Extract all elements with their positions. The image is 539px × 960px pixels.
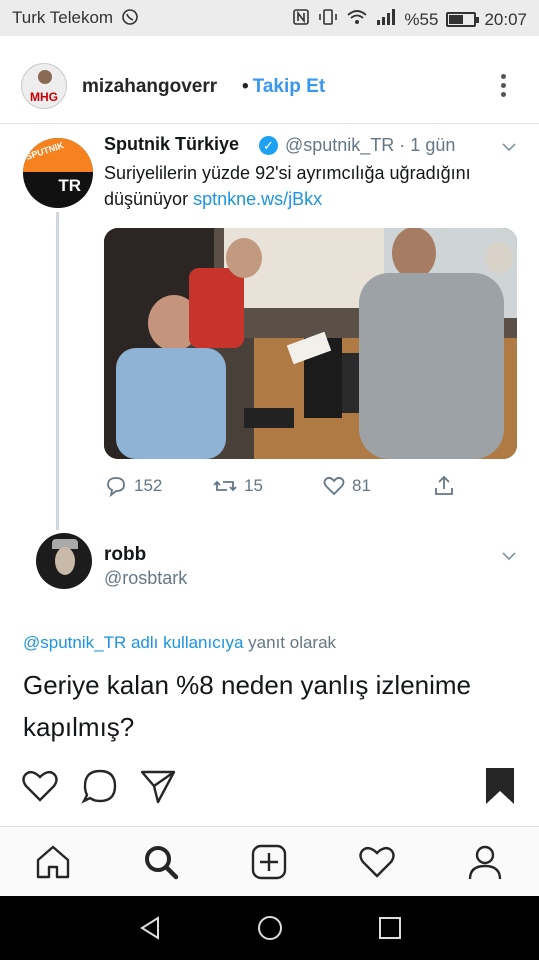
chevron-down-icon [500,138,518,156]
tweet-text: Suriyelilerin yüzde 92'si ayrımcılığa uğ… [104,160,514,212]
replying-suffix: yanıt olarak [248,633,337,652]
bookmark-icon[interactable] [482,766,522,806]
vibrate-icon [318,8,338,31]
post-actions [0,766,539,810]
wifi-icon [346,8,368,31]
reply-bubble-icon [107,477,125,498]
signal-icon [376,9,396,30]
username[interactable]: mizahangoverr [82,76,217,98]
tweet-link: sptnkne.ws/jBkx [193,189,323,209]
activity-heart-icon[interactable] [358,843,396,881]
office-photo [104,228,517,459]
post-header: MHG mizahangoverr • Takip Et [0,50,539,124]
tweet-author-handle: @sputnik_TR · 1 gün [285,135,456,155]
tweet-photo [104,228,517,459]
clock: 20:07 [484,9,527,29]
heart-icon[interactable] [20,766,60,806]
replying-to: @sputnik_TR adlı kullanıcıya yanıt olara… [23,633,336,653]
tweet-avatar: SPUTNIK TR [23,138,93,208]
reply-avatar [36,533,92,589]
whatsapp-icon [121,8,139,31]
reply-count: 152 [134,476,163,495]
more-options-icon[interactable] [498,74,508,102]
retweet-icon [213,480,237,492]
follow-button[interactable]: • Takip Et [242,76,325,98]
avatar[interactable]: MHG [21,63,67,109]
battery-percent: %55 [404,9,439,29]
comment-icon[interactable] [80,766,120,806]
thread-line [56,212,59,530]
search-icon[interactable] [142,843,180,881]
send-icon[interactable] [138,766,178,806]
like-heart-icon [323,476,345,496]
separator-dot: • [242,76,249,97]
chevron-down-icon [500,547,518,565]
battery-icon [446,12,480,27]
reply-text: Geriye kalan %8 neden yanlış izlenime ka… [23,670,472,742]
profile-icon[interactable] [466,843,504,881]
avatar-text-bottom: TR [58,176,81,195]
home-circle-icon[interactable] [256,914,284,942]
avatar-face [55,547,75,575]
status-bar: Turk Telekom %55 20:07 [0,0,539,36]
tweet-like-action[interactable]: 81 [322,474,371,498]
tweet-author-name: Sputnik Türkiye [104,134,240,154]
nfc-icon [292,8,310,31]
reply-author-name: robb [104,544,147,565]
tweet-reply-action[interactable]: 152 [104,474,162,498]
back-icon[interactable] [136,914,164,942]
recents-icon[interactable] [376,914,404,942]
tweet-actions: 152 15 81 [104,474,517,504]
tweet-retweet-action[interactable]: 15 [212,474,263,498]
avatar-figure [38,70,52,84]
carrier-name: Turk Telekom [12,8,114,27]
follow-label: Takip Et [252,76,326,97]
add-post-icon[interactable] [250,843,288,881]
like-count: 81 [352,476,371,495]
retweet-count: 15 [244,476,263,495]
verified-badge-icon: ✓ [259,136,278,155]
status-icons: %55 20:07 [292,8,527,31]
system-nav-bar [0,896,539,960]
home-icon[interactable] [34,843,72,881]
tweet-share-action[interactable] [432,474,456,498]
replying-mention: @sputnik_TR adlı kullanıcıya [23,633,244,652]
share-icon [435,475,453,495]
reply-author-handle: @rosbtark [104,568,188,588]
avatar-logo: MHG [30,90,58,104]
bottom-nav [0,826,539,896]
